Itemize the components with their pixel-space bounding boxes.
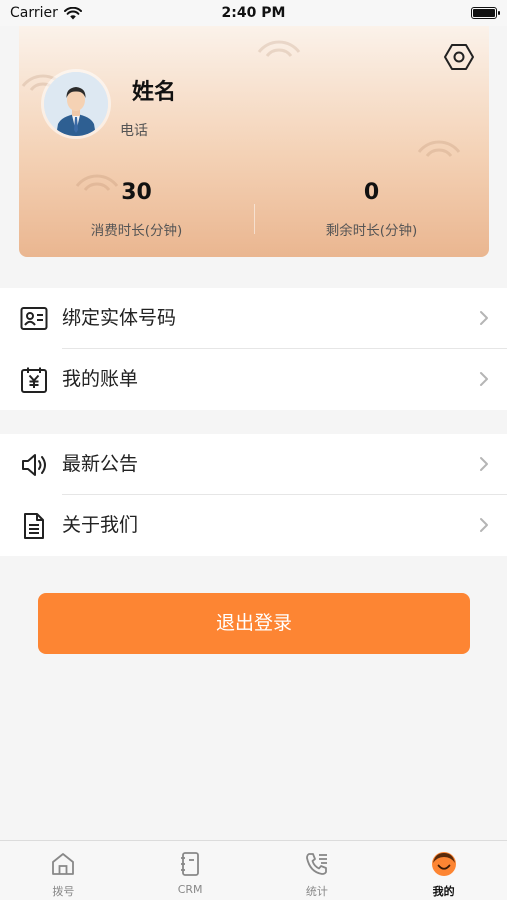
document-icon bbox=[24, 513, 44, 539]
chevron-right-icon bbox=[480, 457, 488, 471]
chevron-right-icon bbox=[480, 311, 488, 325]
tab-crm[interactable]: CRM bbox=[127, 841, 254, 900]
menu-item-about-us[interactable]: 关于我们 bbox=[0, 495, 507, 556]
user-portrait-icon bbox=[44, 72, 108, 136]
menu-item-label: 我的账单 bbox=[62, 368, 139, 390]
stat-label: 消费时长(分钟) bbox=[90, 223, 183, 239]
bill-calendar-icon bbox=[21, 367, 47, 393]
avatar[interactable] bbox=[44, 72, 108, 136]
stat-value: 0 bbox=[363, 180, 380, 205]
menu-item-label: 绑定实体号码 bbox=[62, 307, 177, 329]
chevron-right-icon bbox=[480, 518, 488, 532]
phone-list-icon bbox=[305, 853, 327, 875]
menu-item-label: 最新公告 bbox=[62, 453, 139, 475]
home-icon bbox=[52, 853, 75, 875]
tab-label: 我的 bbox=[432, 885, 455, 898]
notebook-icon bbox=[181, 852, 200, 876]
battery-icon bbox=[471, 7, 500, 19]
tab-mine[interactable]: 我的 bbox=[380, 841, 507, 900]
settings-hexagon-icon[interactable] bbox=[443, 41, 475, 73]
menu-group-account: 绑定实体号码 我的账单 bbox=[0, 288, 507, 410]
speaker-icon bbox=[22, 454, 46, 476]
user-name: 姓名 bbox=[132, 80, 177, 105]
id-card-icon bbox=[20, 307, 48, 330]
tab-label: CRM bbox=[177, 883, 203, 896]
user-phone: 电话 bbox=[120, 123, 148, 139]
status-bar: Carrier 2:40 PM bbox=[0, 0, 507, 26]
chevron-right-icon bbox=[480, 372, 488, 386]
smiley-avatar-icon bbox=[431, 852, 456, 876]
menu-item-announcements[interactable]: 最新公告 bbox=[0, 434, 507, 495]
menu-item-label: 关于我们 bbox=[62, 514, 139, 536]
menu-group-info: 最新公告 关于我们 bbox=[0, 434, 507, 556]
profile-card: 姓名 电话 30 消费时长(分钟) 0 剩余时长(分钟) bbox=[19, 26, 489, 257]
tab-dial[interactable]: 拨号 bbox=[0, 841, 127, 900]
stat-remaining-minutes: 0 剩余时长(分钟) bbox=[254, 178, 489, 239]
tab-bar: 拨号 CRM 统计 我的 bbox=[0, 840, 507, 900]
clock: 2:40 PM bbox=[221, 5, 286, 21]
tab-statistics[interactable]: 统计 bbox=[254, 841, 381, 900]
watermark-icon bbox=[417, 140, 461, 157]
stat-value: 30 bbox=[121, 180, 152, 205]
tab-label: 统计 bbox=[305, 885, 328, 898]
stat-consumed-minutes: 30 消费时长(分钟) bbox=[19, 178, 254, 239]
menu-item-bind-number[interactable]: 绑定实体号码 bbox=[0, 288, 507, 349]
watermark-icon bbox=[257, 40, 301, 57]
tab-label: 拨号 bbox=[52, 885, 75, 898]
stat-label: 剩余时长(分钟) bbox=[325, 223, 418, 239]
menu-item-my-bills[interactable]: 我的账单 bbox=[0, 349, 507, 410]
logout-button[interactable]: 退出登录 bbox=[38, 593, 470, 654]
